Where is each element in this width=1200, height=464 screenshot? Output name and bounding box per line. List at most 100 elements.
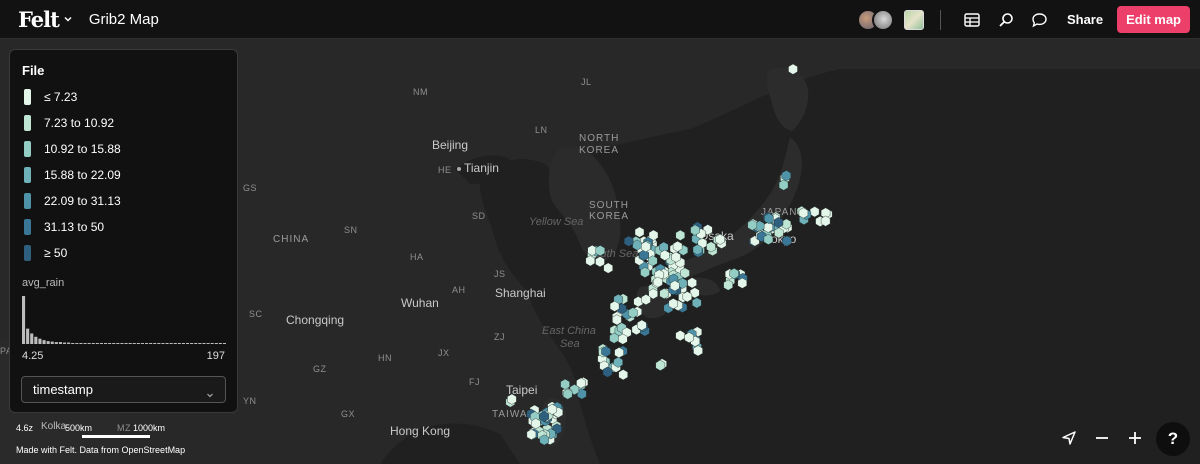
histogram-bar <box>140 343 144 344</box>
zoom-out-icon[interactable] <box>1088 424 1116 452</box>
chevron-down-icon <box>206 386 214 404</box>
histogram-bar <box>120 343 124 344</box>
histogram-bar <box>206 343 210 344</box>
legend-item[interactable]: 7.23 to 10.92 <box>24 114 114 132</box>
rain-hex-cell[interactable] <box>560 378 570 390</box>
histogram-bar <box>71 343 75 344</box>
rain-hex-cell[interactable] <box>788 63 798 75</box>
rain-hex-cell[interactable] <box>692 297 702 309</box>
histogram-title: avg_rain <box>22 277 65 289</box>
table-icon[interactable] <box>955 6 989 34</box>
histogram-bar <box>153 343 157 344</box>
rain-hex-cell[interactable] <box>595 256 605 268</box>
legend-item-label: 31.13 to 50 <box>44 220 105 234</box>
histogram-bar <box>26 328 30 344</box>
top-bar: Felt Grib2 Map Share Edit map <box>0 0 1200 39</box>
legend-swatch <box>24 89 31 105</box>
histogram-bar <box>145 343 149 344</box>
help-button[interactable]: ? <box>1156 422 1190 456</box>
histogram-bar <box>54 342 58 344</box>
top-bar-actions: Share Edit map <box>856 0 1190 39</box>
map-title[interactable]: Grib2 Map <box>89 11 159 28</box>
attribute-select[interactable]: timestamp <box>21 376 226 403</box>
zoom-in-icon[interactable] <box>1121 424 1149 452</box>
legend-item-label: 7.23 to 10.92 <box>44 116 115 130</box>
histogram-bar <box>104 343 108 344</box>
locate-icon[interactable] <box>1055 424 1083 452</box>
rain-hex-cell[interactable] <box>675 229 685 241</box>
search-icon[interactable] <box>989 6 1023 34</box>
legend-item[interactable]: 15.88 to 22.09 <box>24 166 121 184</box>
histogram-bar <box>67 342 71 344</box>
histogram-bar <box>34 336 38 344</box>
legend-swatch <box>24 141 31 157</box>
legend-item[interactable]: 31.13 to 50 <box>24 218 104 236</box>
legend-item[interactable]: ≤ 7.23 <box>24 88 77 106</box>
histogram-bar <box>58 342 62 344</box>
histogram-max-label: 197 <box>206 350 225 362</box>
histogram-bar <box>63 342 67 344</box>
histogram-bar <box>112 343 116 344</box>
histogram-bar <box>222 343 226 344</box>
histogram-bar <box>46 341 50 344</box>
histogram-bar <box>161 343 165 344</box>
avatar[interactable] <box>871 8 894 31</box>
histogram-bar <box>75 343 79 344</box>
legend-item[interactable]: 22.09 to 31.13 <box>24 192 121 210</box>
zoom-level: 4.6z <box>16 423 34 433</box>
rain-hex-cell[interactable] <box>603 262 613 274</box>
legend-item[interactable]: 10.92 to 15.88 <box>24 140 121 158</box>
felt-logo: Felt <box>18 6 60 32</box>
legend-title: File <box>22 63 45 78</box>
attribution: Made with Felt. Data from OpenStreetMap <box>16 445 186 455</box>
legend-swatch <box>24 193 31 209</box>
scale-small-label: 500km <box>65 423 93 433</box>
histogram-bar <box>99 343 103 344</box>
brand-menu-button[interactable]: Felt <box>18 7 73 32</box>
rain-hex-cell[interactable] <box>675 330 685 342</box>
comment-icon[interactable] <box>1023 6 1057 34</box>
histogram-bar <box>128 343 132 344</box>
scale-bar-line <box>82 435 150 438</box>
histogram-bar <box>38 338 42 344</box>
avg-rain-histogram[interactable] <box>22 294 227 344</box>
edit-map-button[interactable]: Edit map <box>1117 6 1190 33</box>
attribute-select-value: timestamp <box>33 382 93 397</box>
legend-item-label: 10.92 to 15.88 <box>44 142 121 156</box>
histogram-bar <box>116 343 120 344</box>
chevron-down-icon <box>63 14 73 24</box>
histogram-bar <box>30 333 34 344</box>
rain-hex-cell[interactable] <box>687 277 697 289</box>
divider <box>939 9 941 30</box>
histogram-bar <box>194 343 198 344</box>
legend-item-label: 22.09 to 31.13 <box>44 194 121 208</box>
rain-hex-cell[interactable] <box>618 369 628 381</box>
legend-item-label: ≥ 50 <box>44 246 68 260</box>
share-button[interactable]: Share <box>1067 12 1103 27</box>
basemap-thumbnail[interactable] <box>903 9 924 30</box>
histogram-bar <box>218 343 222 344</box>
rain-hex-cell[interactable] <box>624 235 634 247</box>
histogram-bar <box>132 343 136 344</box>
histogram-bar <box>22 296 26 344</box>
histogram-bar <box>210 343 214 344</box>
histogram-bar <box>95 343 99 344</box>
scale-large-label: 1000km <box>133 423 166 433</box>
histogram-bar <box>186 343 190 344</box>
rain-hex-cell[interactable] <box>634 226 645 238</box>
histogram-bar <box>214 343 218 344</box>
rain-hex-cell[interactable] <box>782 235 792 247</box>
histogram-bar <box>198 343 202 344</box>
histogram-bar <box>83 343 87 344</box>
legend-panel: File ≤ 7.23 7.23 to 10.92 10.92 to 15.88… <box>9 49 238 413</box>
histogram-bar <box>173 343 177 344</box>
histogram-bar <box>136 343 140 344</box>
legend-item-label: 15.88 to 22.09 <box>44 168 121 182</box>
histogram-bar <box>157 343 161 344</box>
map-label-mz: MZ <box>117 423 131 433</box>
histogram-bar <box>50 341 54 344</box>
map-label-kolkata: Kolka <box>41 421 67 432</box>
histogram-bar <box>42 340 46 344</box>
legend-item[interactable]: ≥ 50 <box>24 244 67 262</box>
histogram-bar <box>108 343 112 344</box>
